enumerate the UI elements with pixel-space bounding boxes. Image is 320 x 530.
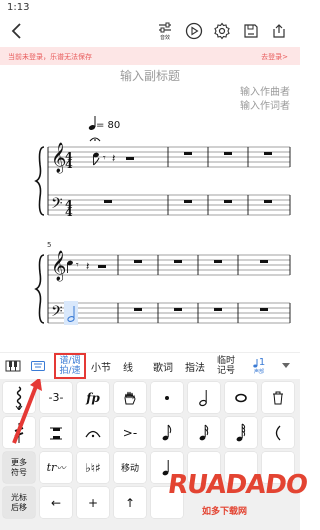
chevron-left-icon	[11, 23, 21, 39]
top-toolbar: 音效	[0, 16, 300, 46]
export-icon	[273, 24, 285, 38]
delete-icon	[273, 391, 283, 404]
tab-label-line1: 临时	[216, 356, 235, 366]
tie-icon	[275, 425, 281, 440]
key-hand[interactable]	[114, 382, 146, 413]
trill-label: tr	[46, 461, 57, 474]
staccato-dot-icon	[165, 395, 169, 400]
key-fermata[interactable]	[77, 417, 109, 448]
score-area[interactable]: 输入副标题 输入作曲者 输入作词者 = 80 𝄞 4 4 𝄢 4 4 𝄾 𝄽 𝄞…	[0, 65, 300, 352]
tab-accidentals[interactable]: 临时 记号	[214, 353, 238, 379]
mixer-button[interactable]: 音效	[154, 20, 176, 42]
cursor-forward-label: 光标后移	[11, 492, 27, 512]
tab-line[interactable]: 线	[118, 353, 138, 379]
svg-text:𝄾: 𝄾	[76, 260, 79, 271]
play-button[interactable]	[183, 20, 205, 42]
eighth-note-icon	[162, 424, 172, 440]
piano-keyboard-icon	[5, 360, 21, 372]
mixer-label: 音效	[159, 34, 170, 41]
svg-text:𝄾: 𝄾	[103, 153, 106, 164]
key-add[interactable]: +	[77, 487, 109, 518]
more-symbols-label: 更多符号	[11, 457, 27, 477]
svg-text:𝄢: 𝄢	[51, 303, 63, 324]
key-up[interactable]: ↑	[114, 487, 146, 518]
tab-lyrics[interactable]: 歌词	[150, 353, 176, 379]
svg-text:4: 4	[65, 206, 73, 219]
half-note-icon	[199, 389, 207, 406]
key-thirty-second-note[interactable]	[225, 417, 257, 448]
up-label: ↑	[124, 495, 136, 510]
watermark-text: RUADADO	[165, 470, 309, 500]
voice-sub-label: 声部	[253, 369, 264, 375]
accent-tenuto-label: >-	[122, 425, 138, 440]
play-circle-icon	[185, 22, 203, 40]
status-time: 1:13	[7, 2, 30, 13]
key-trill[interactable]: tr 〰	[40, 452, 72, 483]
tab-more-dropdown[interactable]	[278, 353, 294, 379]
keyboard-icon	[31, 361, 45, 371]
export-button[interactable]	[268, 20, 290, 42]
key-whole-note[interactable]	[225, 382, 257, 413]
key-delete[interactable]	[262, 382, 294, 413]
key-accidentals[interactable]: ♭♮♯	[77, 452, 109, 483]
banner-message: 当前未登录，乐谱无法保存	[8, 53, 92, 61]
back-button[interactable]	[6, 20, 28, 42]
trill-wave-icon: 〰	[56, 464, 66, 474]
tab-label-line1: 谱/调	[59, 356, 81, 366]
mixer-sliders-icon	[159, 22, 171, 32]
svg-text:4: 4	[65, 158, 73, 171]
key-staccato[interactable]	[151, 382, 183, 413]
left-label: ←	[50, 495, 62, 510]
svg-text:𝄽: 𝄽	[112, 152, 115, 165]
watermark-subtext: 如多下载网	[202, 507, 248, 517]
whole-note-icon	[235, 393, 247, 402]
fermata-icon	[85, 430, 101, 437]
tab-label-line2: 拍/速	[59, 366, 81, 376]
fp-label: fp	[86, 390, 100, 405]
key-cursor-forward[interactable]: 光标后移	[3, 487, 35, 518]
measure-number: 5	[47, 241, 52, 249]
key-accent-tenuto[interactable]: >-	[114, 417, 146, 448]
tab-label-line2: 记号	[216, 366, 235, 376]
key-left[interactable]: ←	[40, 487, 72, 518]
save-icon	[244, 24, 258, 38]
move-label: 移动	[120, 464, 139, 474]
svg-text:𝄞: 𝄞	[51, 250, 66, 282]
key-half-note[interactable]	[188, 382, 220, 413]
arrow-annotation-icon	[12, 379, 42, 444]
key-more-symbols[interactable]: 更多符号	[3, 452, 35, 483]
tab-fingering[interactable]: 指法	[182, 353, 208, 379]
voice-number: 1	[258, 357, 266, 368]
tab-measure[interactable]: 小节	[88, 353, 114, 379]
key-dynamic-fp[interactable]: fp	[77, 382, 109, 413]
sixteenth-note-icon	[199, 424, 209, 440]
dropdown-arrow-icon	[282, 363, 290, 368]
tab-piano[interactable]	[2, 353, 24, 379]
add-label: +	[87, 495, 99, 510]
status-bar: 1:13	[0, 0, 300, 16]
score-system-1: 𝄞 4 4 𝄢 4 4 𝄾 𝄽 𝄞 𝄢 𝄾 𝄽	[34, 137, 291, 325]
login-banner: 当前未登录，乐谱无法保存 去登录>	[0, 47, 300, 65]
thirty-second-note-icon	[236, 423, 246, 441]
key-eighth-note[interactable]	[151, 417, 183, 448]
tab-voice[interactable]: 1 声部	[248, 353, 270, 379]
tab-keyboard[interactable]	[26, 353, 50, 379]
key-tie[interactable]	[262, 417, 294, 448]
svg-text:𝄽: 𝄽	[86, 260, 89, 273]
tab-score-key-time-tempo[interactable]: 谱/调 拍/速	[54, 353, 86, 379]
watermark-logo: RUADADO 如多下载网	[166, 470, 309, 530]
accidentals-icon: ♭♮♯	[85, 460, 101, 475]
key-move[interactable]: 移动	[114, 452, 146, 483]
key-sixteenth-note[interactable]	[188, 417, 220, 448]
save-button[interactable]	[240, 20, 262, 42]
hand-icon	[124, 391, 136, 404]
tool-tabs: 谱/调 拍/速 小节 线 歌词 指法 临时 记号 1 声部	[0, 352, 300, 379]
settings-button[interactable]	[211, 20, 233, 42]
gear-icon	[214, 22, 230, 40]
login-link[interactable]: 去登录>	[261, 52, 288, 62]
svg-text:𝄢: 𝄢	[51, 195, 63, 216]
